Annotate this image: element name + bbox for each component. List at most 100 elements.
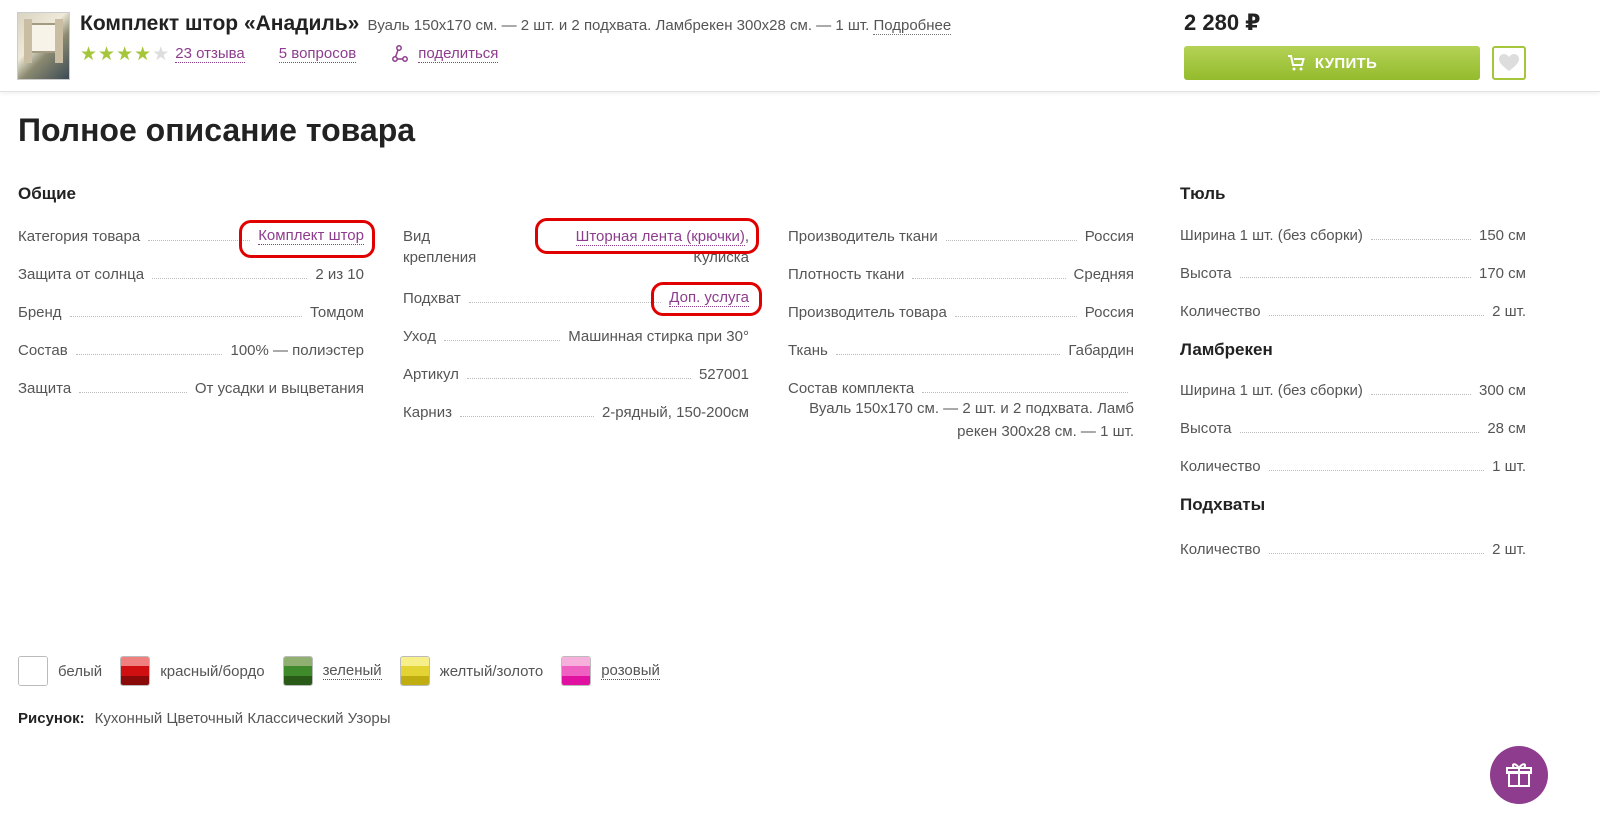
thumbnail-curtain-left xyxy=(24,19,32,63)
spec-value-line1: Вуаль 150х170 см. — 2 шт. и 2 подхвата. … xyxy=(809,400,1134,417)
highlight-ellipse xyxy=(535,218,759,254)
color-swatch-pink[interactable] xyxy=(561,656,592,686)
spec-key: Вид xyxy=(403,228,431,245)
star-icon: ★ xyxy=(98,43,116,65)
spec-key: Состав xyxy=(18,342,68,359)
spec-row: Высота 170 см xyxy=(1180,265,1526,282)
spec-row: Артикул 527001 xyxy=(403,366,749,383)
spec-key: Высота xyxy=(1180,265,1232,282)
spec-row: Плотность ткани Средняя xyxy=(788,266,1134,283)
product-subtitle: Вуаль 150х170 см. — 2 шт. и 2 подхвата. … xyxy=(367,17,870,34)
spec-row: Состав комплекта xyxy=(788,380,1134,397)
spec-value: 1 шт. xyxy=(1492,458,1526,475)
star-empty-icon: ★ xyxy=(152,43,170,65)
highlight-ellipse xyxy=(239,220,375,258)
spec-key: Артикул xyxy=(403,366,459,383)
spec-key: Количество xyxy=(1180,303,1261,320)
spec-row: Ткань Габардин xyxy=(788,342,1134,359)
thumbnail-curtain-right xyxy=(55,19,63,63)
gift-icon xyxy=(1506,763,1532,787)
spec-key: Защита xyxy=(18,380,72,397)
page-title: Полное описание товара xyxy=(18,112,416,148)
spec-key: Бренд xyxy=(18,304,62,321)
star-icon: ★ xyxy=(116,43,134,65)
color-swatch-red[interactable] xyxy=(120,656,151,686)
spec-value: 170 см xyxy=(1478,265,1526,282)
spec-row: Ширина 1 шт. (без сборки) 150 см xyxy=(1180,227,1526,244)
spec-key: Количество xyxy=(1180,541,1261,558)
spec-value-line2: рекен 300х28 см. — 1 шт. xyxy=(957,423,1134,440)
color-name: белый xyxy=(58,662,103,680)
spec-column-3: Производитель ткани Россия Плотность тка… xyxy=(788,228,1134,443)
buy-button[interactable]: КУПИТЬ xyxy=(1184,46,1480,80)
spec-row: Защита от солнца 2 из 10 xyxy=(18,266,364,283)
color-name-link[interactable]: розовый xyxy=(601,662,660,680)
spec-value: Машинная стирка при 30° xyxy=(568,328,749,345)
spec-key: Защита от солнца xyxy=(18,266,145,283)
spec-key: Высота xyxy=(1180,420,1232,437)
spec-key: Подхват xyxy=(403,290,461,307)
spec-value: 2 шт. xyxy=(1492,303,1526,320)
spec-value: 2 из 10 xyxy=(315,266,364,283)
spec-value: Россия xyxy=(1084,304,1134,321)
product-name: Комплект штор «Анадиль» xyxy=(80,12,360,35)
spec-value: 2-рядный, 150-200см xyxy=(601,404,749,421)
color-swatch-green[interactable] xyxy=(282,656,313,686)
spec-section-title: Подхваты xyxy=(1180,495,1266,514)
color-swatch-white[interactable] xyxy=(18,656,48,686)
thumbnail-window xyxy=(28,23,58,53)
spec-row: Состав 100% — полиэстер xyxy=(18,342,364,359)
spec-value: 100% — полиэстер xyxy=(230,342,364,359)
spec-row: Производитель ткани Россия xyxy=(788,228,1134,245)
spec-key: Производитель ткани xyxy=(788,228,938,245)
spec-key: Ширина 1 шт. (без сборки) xyxy=(1180,227,1363,244)
questions-link[interactable]: 5 вопросов xyxy=(278,45,357,63)
spec-column-4: Тюль Ширина 1 шт. (без сборки) 150 см Вы… xyxy=(1180,184,1526,558)
color-swatch-yellow[interactable] xyxy=(399,656,430,686)
spec-key: Ткань xyxy=(788,342,828,359)
color-name: желтый/золото xyxy=(439,662,544,680)
spec-row: Карниз 2-рядный, 150-200см xyxy=(403,404,749,421)
product-title-line: Комплект штор «Анадиль» Вуаль 150х170 см… xyxy=(80,12,952,36)
share-link[interactable]: поделиться xyxy=(418,45,499,63)
spec-value: От усадки и выцветания xyxy=(194,380,364,397)
share-icon xyxy=(392,45,409,62)
reviews-link[interactable]: 23 отзыва xyxy=(175,45,245,63)
spec-row: Бренд Томдом xyxy=(18,304,364,321)
spec-value: 150 см xyxy=(1478,227,1526,244)
pattern-value: Кухонный Цветочный Классический Узоры xyxy=(94,710,391,727)
favorite-button[interactable] xyxy=(1492,46,1526,80)
spec-key: Производитель товара xyxy=(788,304,947,321)
spec-value: Россия xyxy=(1084,228,1134,245)
spec-row: Высота 28 см xyxy=(1180,420,1526,437)
spec-value: Томдом xyxy=(309,304,364,321)
color-name-link[interactable]: зеленый xyxy=(322,662,382,680)
spec-value: 2 шт. xyxy=(1492,541,1526,558)
share-button[interactable]: поделиться xyxy=(390,44,499,64)
spec-key: Уход xyxy=(403,328,436,345)
product-meta: ★ ★ ★ ★ ★ 23 отзыва 5 вопросов поделитьс… xyxy=(80,44,499,64)
cart-icon xyxy=(1287,55,1305,71)
spec-value: 300 см xyxy=(1478,382,1526,399)
color-options: белый красный/бордо зеленый желтый/золот… xyxy=(18,656,678,686)
buy-button-label: КУПИТЬ xyxy=(1314,54,1378,72)
spec-section-title: Ламбрекен xyxy=(1180,340,1273,359)
pattern-label: Рисунок: xyxy=(18,710,85,727)
rating-stars: ★ ★ ★ ★ ★ xyxy=(80,45,169,64)
gift-button[interactable] xyxy=(1490,746,1548,804)
product-price: 2 280 ₽ xyxy=(1184,10,1261,35)
spec-value-kit: Вуаль 150х170 см. — 2 шт. и 2 подхвата. … xyxy=(788,397,1134,443)
star-icon: ★ xyxy=(80,43,98,65)
spec-row: Количество 2 шт. xyxy=(1180,303,1526,320)
spec-key-line2: крепления xyxy=(403,249,477,266)
spec-key: Плотность ткани xyxy=(788,266,905,283)
product-thumbnail[interactable] xyxy=(17,12,70,80)
spec-key: Карниз xyxy=(403,404,452,421)
star-icon: ★ xyxy=(134,43,152,65)
spec-column-2: Вид крепления Шторная лента (крючки), Ку… xyxy=(403,228,749,421)
color-name: красный/бордо xyxy=(160,662,265,680)
product-header: Комплект штор «Анадиль» Вуаль 150х170 см… xyxy=(0,0,1600,92)
more-link[interactable]: Подробнее xyxy=(873,17,952,35)
spec-key: Ширина 1 шт. (без сборки) xyxy=(1180,382,1363,399)
spec-section-title: Тюль xyxy=(1180,184,1226,203)
